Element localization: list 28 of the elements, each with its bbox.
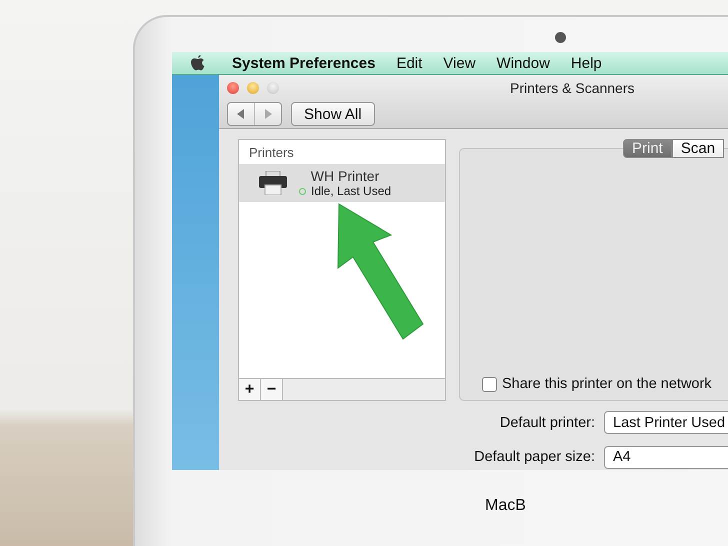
tab[interactable]: Print	[623, 139, 672, 158]
list-header: Printers	[248, 144, 295, 162]
window-title: Printers & Scanners	[510, 80, 634, 96]
printer-icon	[259, 171, 287, 195]
menu-item[interactable]: Window	[496, 54, 550, 72]
menu-item[interactable]: Edit	[396, 54, 422, 72]
remove-button[interactable]: −	[261, 379, 283, 400]
printer-status: Idle, Last Used	[311, 184, 392, 198]
menu-item[interactable]: Help	[570, 54, 602, 72]
minimize-button[interactable]	[247, 82, 259, 94]
popup-menu[interactable]: Last Printer Used	[604, 411, 728, 434]
setting-label: Default printer:	[498, 414, 596, 431]
laptop-label: MacB	[485, 497, 526, 515]
menu-item[interactable]: View	[443, 54, 476, 72]
checkbox-label: Share this printer on the network	[502, 376, 712, 392]
app-menu[interactable]: System Preferences	[232, 54, 376, 72]
apple-icon[interactable]	[191, 55, 205, 71]
camera-icon	[555, 32, 566, 43]
printer-item[interactable]: WH Printer Idle, Last Used	[239, 164, 445, 202]
printer-name: WH Printer	[310, 168, 380, 184]
add-button[interactable]: +	[239, 379, 261, 400]
tab[interactable]: Scan	[672, 139, 724, 158]
close-button[interactable]	[227, 82, 239, 94]
status-dot	[299, 188, 306, 194]
popup-menu[interactable]: A4	[604, 446, 728, 469]
share-checkbox[interactable]	[482, 376, 497, 392]
show-all-button[interactable]: Show All	[291, 102, 375, 126]
setting-label: Default paper size:	[473, 449, 596, 466]
